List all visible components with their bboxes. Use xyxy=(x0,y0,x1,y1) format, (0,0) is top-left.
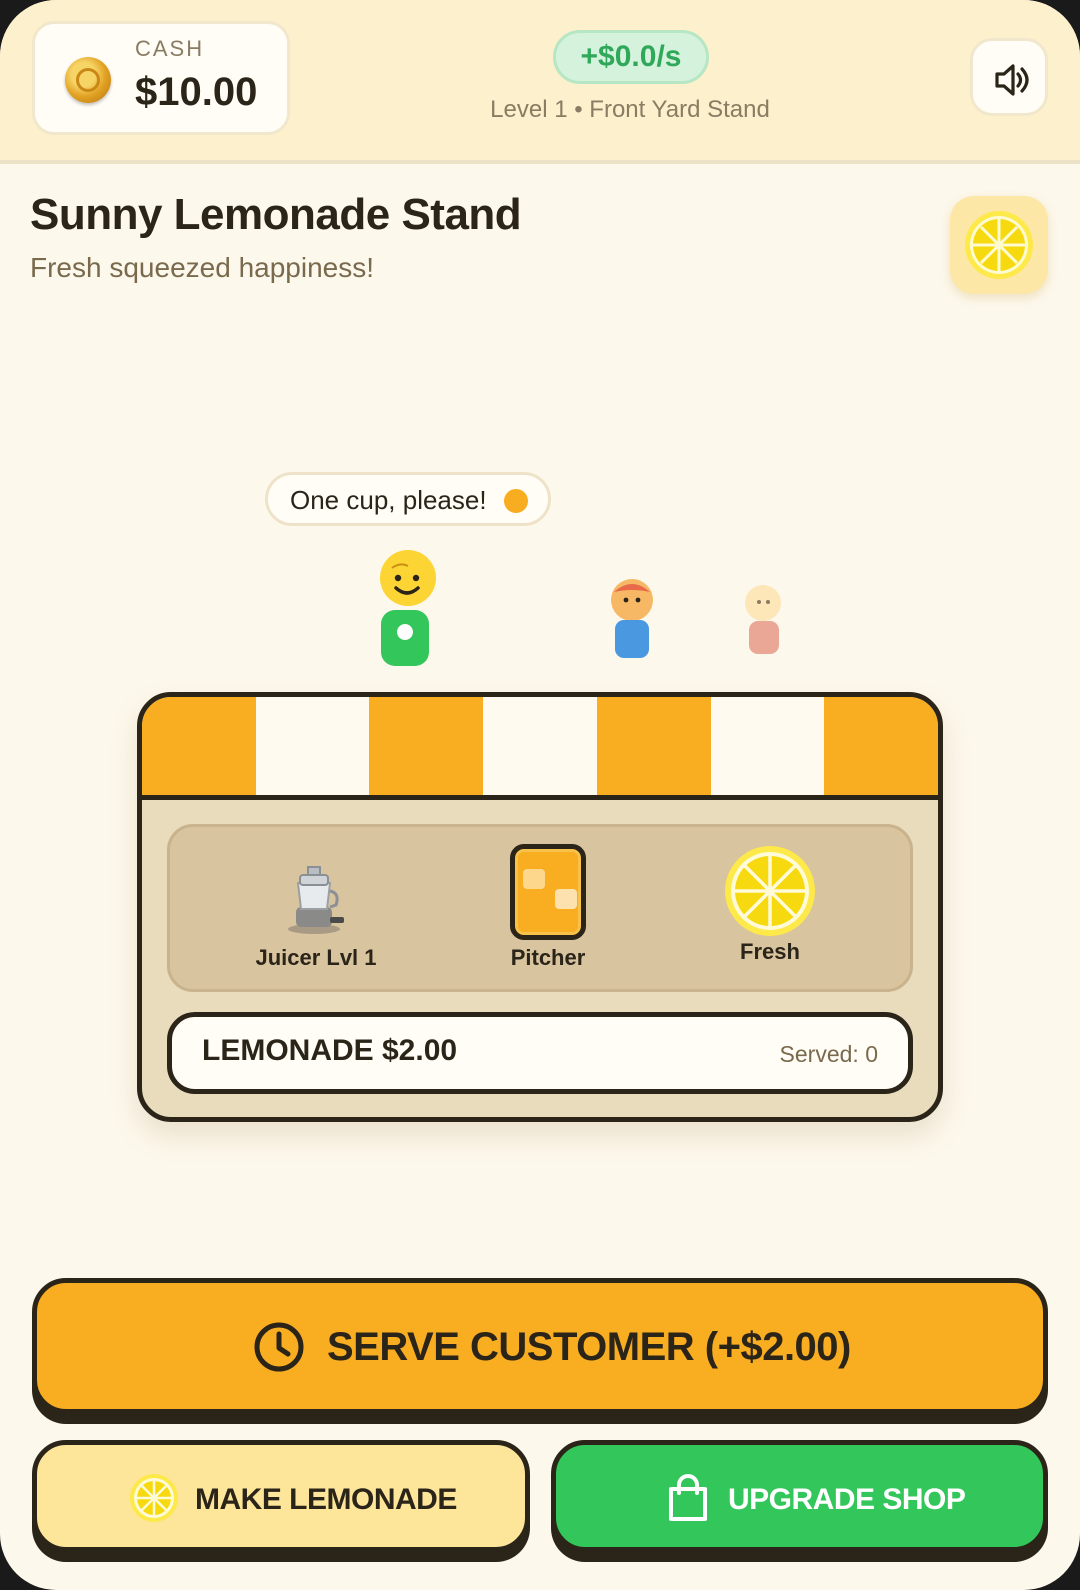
coin-icon xyxy=(65,57,111,103)
game-screen: CASH $10.00 +$0.0/s Level 1 • Front Yard… xyxy=(0,0,1080,1590)
stand-awning xyxy=(142,697,938,800)
serve-customer-label: SERVE CUSTOMER (+$2.00) xyxy=(327,1325,851,1369)
pitcher-icon xyxy=(510,844,586,940)
upgrade-shop-label: UPGRADE SHOP xyxy=(728,1483,966,1516)
speech-text: One cup, please! xyxy=(290,485,487,515)
shopping-bag-icon xyxy=(669,1474,707,1521)
customer-front[interactable] xyxy=(378,548,442,668)
equipment-pitcher[interactable]: Pitcher xyxy=(448,827,648,995)
product-price-bar: LEMONADE $2.00 Served: 0 xyxy=(167,1012,913,1094)
equipment-counter: Juicer Lvl 1 Pitcher Fresh xyxy=(167,824,913,992)
juicer-label: Juicer Lvl 1 xyxy=(255,945,377,970)
pitcher-label: Pitcher xyxy=(510,945,586,970)
lemon-icon xyxy=(965,211,1033,279)
cash-value: $10.00 xyxy=(135,70,258,114)
cash-card: CASH $10.00 xyxy=(32,21,290,135)
sound-toggle-button[interactable] xyxy=(970,38,1048,116)
lemon-icon xyxy=(130,1474,178,1522)
lemon-badge[interactable] xyxy=(950,196,1048,294)
lemon-slice-icon xyxy=(725,846,815,936)
product-price: LEMONADE $2.00 xyxy=(202,1034,458,1067)
income-rate-badge: +$0.0/s xyxy=(553,30,709,84)
serve-customer-button[interactable]: SERVE CUSTOMER (+$2.00) xyxy=(32,1278,1048,1414)
level-indicator: Level 1 • Front Yard Stand xyxy=(490,96,770,123)
page-title: Sunny Lemonade Stand xyxy=(30,190,522,239)
lemonade-stand: Juicer Lvl 1 Pitcher Fresh LEMONADE $2.0… xyxy=(137,692,943,1122)
customer-second xyxy=(611,579,653,658)
clock-icon xyxy=(254,1322,304,1372)
served-count: Served: 0 xyxy=(779,1041,878,1067)
upgrade-shop-button[interactable]: UPGRADE SHOP xyxy=(551,1440,1048,1552)
cash-label: CASH xyxy=(135,36,205,61)
fresh-label: Fresh xyxy=(740,939,800,964)
customer-third xyxy=(745,585,781,654)
make-lemonade-label: MAKE LEMONADE xyxy=(195,1483,457,1516)
equipment-fresh-lemons[interactable]: Fresh xyxy=(670,827,870,995)
page-subtitle: Fresh squeezed happiness! xyxy=(30,252,374,283)
make-lemonade-button[interactable]: MAKE LEMONADE xyxy=(32,1440,530,1552)
juicer-icon xyxy=(288,866,344,934)
customer-speech-bubble: One cup, please! xyxy=(265,472,551,526)
order-dot-icon xyxy=(504,489,528,513)
equipment-juicer[interactable]: Juicer Lvl 1 xyxy=(216,827,416,995)
speaker-icon xyxy=(995,64,1029,96)
top-bar: CASH $10.00 +$0.0/s Level 1 • Front Yard… xyxy=(0,0,1080,164)
